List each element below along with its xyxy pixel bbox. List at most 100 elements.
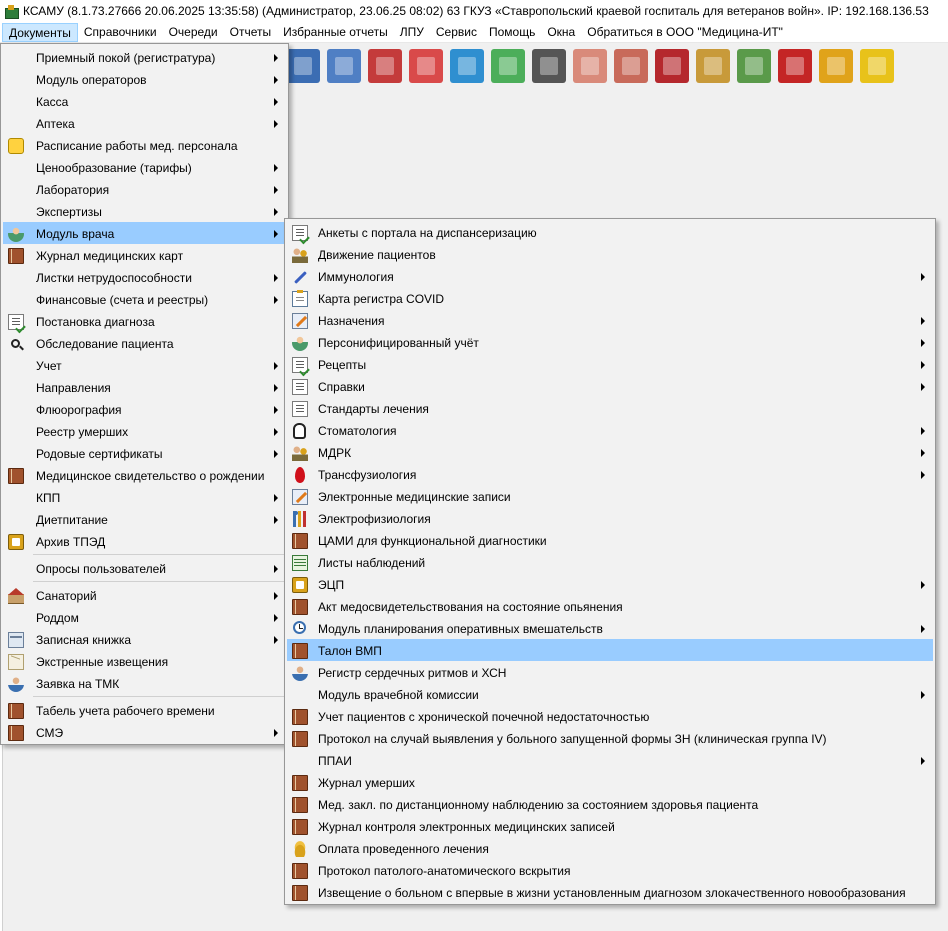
menu-item-1[interactable]: Справочники (78, 23, 163, 42)
doctor-submenu-item[interactable]: Стоматология (287, 419, 933, 441)
documents-menu-item-label: Приемный покой (регистратура) (36, 51, 216, 65)
documents-menu-item[interactable]: Флюорография (3, 398, 286, 420)
doctor-submenu-item[interactable]: Модуль планирования оперативных вмешател… (287, 617, 933, 639)
doctor-submenu-item[interactable]: Журнал умерших (287, 771, 933, 793)
documents-menu-item[interactable]: Лаборатория (3, 178, 286, 200)
documents-menu-item[interactable]: Реестр умерших (3, 420, 286, 442)
doctor-submenu-item[interactable]: Оплата проведенного лечения (287, 837, 933, 859)
submenu-arrow-icon (274, 362, 278, 370)
thermometer-icon[interactable] (614, 49, 648, 83)
documents-menu-item[interactable]: Журнал медицинских карт (3, 244, 286, 266)
doctor-submenu-item[interactable]: Карта регистра COVID (287, 287, 933, 309)
doctor-submenu-item[interactable]: МДРК (287, 441, 933, 463)
menu-item-8[interactable]: Окна (541, 23, 581, 42)
documents-menu-item[interactable]: Учет (3, 354, 286, 376)
documents-menu-item[interactable]: Медицинское свидетельство о рождении (3, 464, 286, 486)
doctor-submenu-item[interactable]: Рецепты (287, 353, 933, 375)
calendar-icon[interactable] (696, 49, 730, 83)
doctor-submenu-item[interactable]: Движение пациентов (287, 243, 933, 265)
medical-record-icon[interactable] (327, 49, 361, 83)
doctor-submenu-item[interactable]: Трансфузиология (287, 463, 933, 485)
documents-menu-item[interactable]: Санаторий (3, 584, 286, 606)
menu-item-9[interactable]: Обратиться в ООО "Медицина-ИТ" (581, 23, 789, 42)
lock-icon[interactable] (819, 49, 853, 83)
barcode-scanner-icon[interactable] (532, 49, 566, 83)
doctor-submenu-item[interactable]: Акт медосвидетельствования на состояние … (287, 595, 933, 617)
menu-item-3[interactable]: Отчеты (224, 23, 277, 42)
doctor-submenu-item[interactable]: Извещение о больном с впервые в жизни ус… (287, 881, 933, 903)
documents-menu-item[interactable]: Приемный покой (регистратура) (3, 46, 286, 68)
toolbar (280, 44, 948, 88)
red-book-icon[interactable] (655, 49, 689, 83)
documents-menu-item[interactable]: Аптека (3, 112, 286, 134)
doctor-submenu-item[interactable]: Протокол на случай выявления у больного … (287, 727, 933, 749)
doctor-submenu-item[interactable]: Учет пациентов с хронической почечной не… (287, 705, 933, 727)
documents-menu-item-label: Экспертизы (36, 205, 102, 219)
documents-menu-item[interactable]: Расписание работы мед. персонала (3, 134, 286, 156)
documents-menu-item[interactable]: Экстренные извещения (3, 650, 286, 672)
medicine-bottle-icon[interactable] (368, 49, 402, 83)
documents-menu-item[interactable]: Обследование пациента (3, 332, 286, 354)
clock-document-icon[interactable] (286, 49, 320, 83)
doctor-submenu-item[interactable]: Талон ВМП (287, 639, 933, 661)
documents-menu-item[interactable]: Заявка на ТМК (3, 672, 286, 694)
documents-menu-item[interactable]: Касса (3, 90, 286, 112)
documents-menu-item[interactable]: Записная книжка (3, 628, 286, 650)
documents-menu-item[interactable]: Листки нетрудоспособности (3, 266, 286, 288)
documents-menu-item-label: Табель учета рабочего времени (36, 704, 215, 718)
documents-menu-item[interactable]: Направления (3, 376, 286, 398)
documents-menu-item[interactable]: Роддом (3, 606, 286, 628)
doctor-submenu-item-label: Учет пациентов с хронической почечной не… (318, 710, 650, 724)
documents-menu-item-label: Реестр умерших (36, 425, 129, 439)
doctor-submenu-item[interactable]: Электронные медицинские записи (287, 485, 933, 507)
documents-menu-item[interactable]: Диетпитание (3, 508, 286, 530)
documents-menu-item[interactable]: Ценообразование (тарифы) (3, 156, 286, 178)
documents-menu-item[interactable]: КПП (3, 486, 286, 508)
menu-item-6[interactable]: Сервис (430, 23, 483, 42)
menu-item-5[interactable]: ЛПУ (394, 23, 430, 42)
nurse-icon[interactable] (573, 49, 607, 83)
documents-menu-item[interactable]: Постановка диагноза (3, 310, 286, 332)
doctor-submenu-item[interactable]: Мед. закл. по дистанционному наблюдению … (287, 793, 933, 815)
doctor-submenu-item[interactable]: ЭЦП (287, 573, 933, 595)
documents-menu-item[interactable]: Родовые сертификаты (3, 442, 286, 464)
doctor-submenu-item-label: Журнал контроля электронных медицинских … (318, 820, 615, 834)
documents-menu-item[interactable]: Экспертизы (3, 200, 286, 222)
documents-menu-item[interactable]: Модуль операторов (3, 68, 286, 90)
doctor-submenu-item[interactable]: Справки (287, 375, 933, 397)
documents-menu-item[interactable]: Модуль врача (3, 222, 286, 244)
certificate-icon[interactable] (737, 49, 771, 83)
doctor-submenu-item[interactable]: Электрофизиология (287, 507, 933, 529)
documents-menu-item[interactable]: СМЭ (3, 721, 286, 743)
submenu-arrow-icon (274, 76, 278, 84)
doctor-submenu-item[interactable]: Назначения (287, 309, 933, 331)
doctor-submenu-item[interactable]: Персонифицированный учёт (287, 331, 933, 353)
doctor-submenu-item[interactable]: Листы наблюдений (287, 551, 933, 573)
menu-item-2[interactable]: Очереди (163, 23, 224, 42)
doctor-submenu-item[interactable]: Протокол патолого-анатомического вскрыти… (287, 859, 933, 881)
acrobat-icon[interactable] (778, 49, 812, 83)
doctor-submenu-item[interactable]: Стандарты лечения (287, 397, 933, 419)
menu-item-4[interactable]: Избранные отчеты (277, 23, 394, 42)
first-aid-card-icon[interactable] (409, 49, 443, 83)
search-icon (11, 339, 20, 348)
doctor-submenu-item[interactable]: Иммунология (287, 265, 933, 287)
doctor-submenu-item[interactable]: Журнал контроля электронных медицинских … (287, 815, 933, 837)
doctor-submenu-item[interactable]: ЦАМИ для функциональной диагностики (287, 529, 933, 551)
documents-menu-item[interactable]: Опросы пользователей (3, 557, 286, 579)
window-title: КСАМУ (8.1.73.27666 20.06.2025 13:35:58)… (23, 4, 929, 18)
menu-separator (33, 581, 284, 582)
menu-documents[interactable]: Документы (2, 22, 78, 42)
stacked-books-icon[interactable] (450, 49, 484, 83)
pills-icon[interactable] (491, 49, 525, 83)
documents-menu-item[interactable]: Архив ТПЭД (3, 530, 286, 552)
doctor-submenu-item[interactable]: ППАИ (287, 749, 933, 771)
doctor-submenu-item[interactable]: Регистр сердечных ритмов и ХСН (287, 661, 933, 683)
doctor-submenu-item[interactable]: Модуль врачебной комиссии (287, 683, 933, 705)
chat-bubble-icon[interactable] (860, 49, 894, 83)
documents-menu-item[interactable]: Финансовые (счета и реестры) (3, 288, 286, 310)
documents-menu-item[interactable]: Табель учета рабочего времени (3, 699, 286, 721)
menu-item-7[interactable]: Помощь (483, 23, 541, 42)
doctor-submenu-item[interactable]: Анкеты с портала на диспансеризацию (287, 221, 933, 243)
submenu-arrow-icon (921, 273, 925, 281)
